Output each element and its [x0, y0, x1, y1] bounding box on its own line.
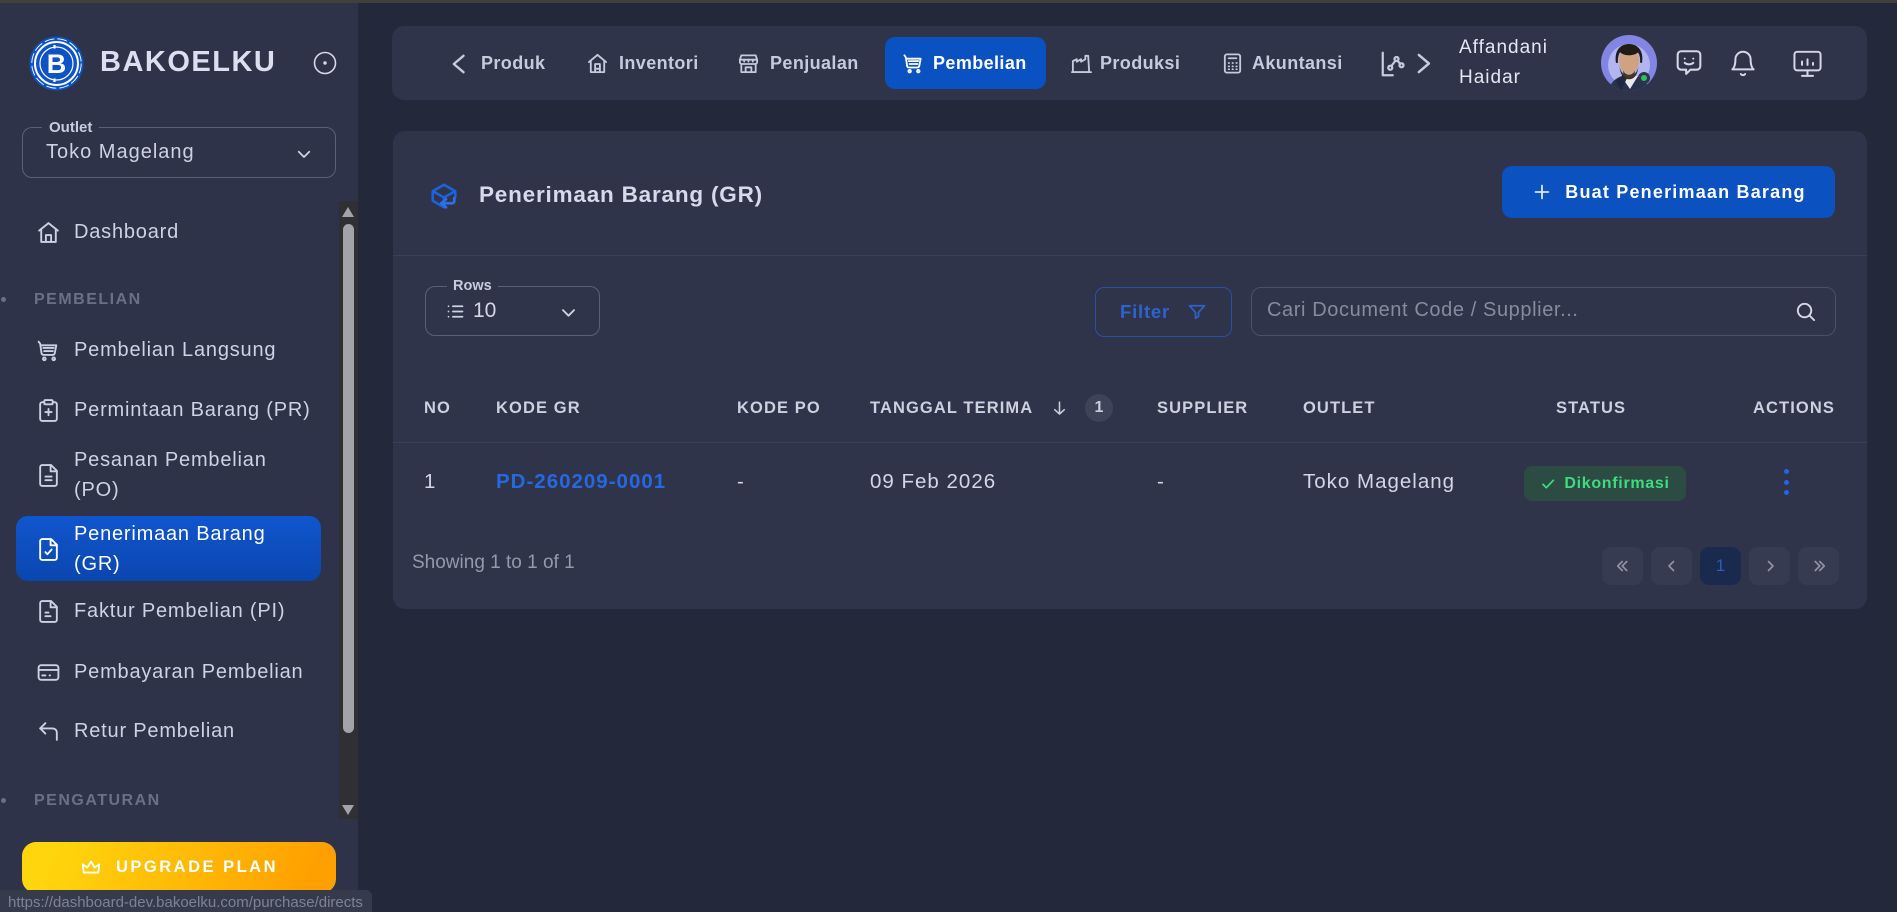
svg-text:B: B — [47, 49, 67, 79]
